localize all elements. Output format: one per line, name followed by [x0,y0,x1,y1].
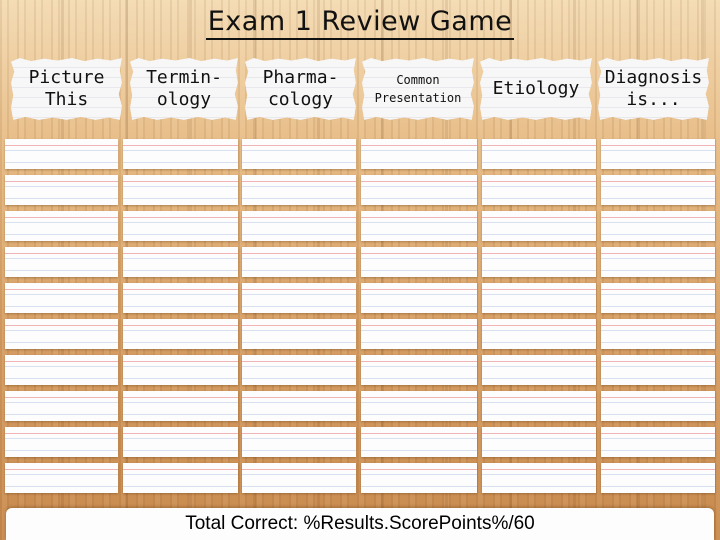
question-card-common-presentation[interactable] [361,355,477,385]
board-row [0,283,720,315]
question-card-pharmacology[interactable] [242,247,356,277]
question-card-picture-this[interactable] [5,355,118,385]
question-card-diagnosis-is[interactable] [601,247,715,277]
board-row [0,463,720,495]
question-card-diagnosis-is[interactable] [601,463,715,493]
category-picture-this: Picture This [11,58,122,120]
question-card-terminology[interactable] [123,283,238,313]
question-card-picture-this[interactable] [5,463,118,493]
question-card-terminology[interactable] [123,247,238,277]
question-card-picture-this[interactable] [5,391,118,421]
question-card-common-presentation[interactable] [361,319,477,349]
total-correct-text: Total Correct: %Results.ScorePoints%/60 [185,513,535,534]
board-row [0,427,720,459]
question-card-terminology[interactable] [123,211,238,241]
question-card-common-presentation[interactable] [361,427,477,457]
question-card-etiology[interactable] [482,355,596,385]
question-card-diagnosis-is[interactable] [601,319,715,349]
question-card-common-presentation[interactable] [361,247,477,277]
question-card-diagnosis-is[interactable] [601,283,715,313]
question-card-etiology[interactable] [482,247,596,277]
question-card-terminology[interactable] [123,427,238,457]
question-card-pharmacology[interactable] [242,211,356,241]
category-pharmacology: Pharma- cology [245,58,356,120]
question-card-etiology[interactable] [482,283,596,313]
question-card-pharmacology[interactable] [242,463,356,493]
question-card-diagnosis-is[interactable] [601,355,715,385]
category-header-row: Picture This Termin- ology Pharma- colog… [0,58,720,124]
board-row [0,211,720,243]
category-terminology: Termin- ology [130,58,238,120]
board-row [0,175,720,207]
question-card-pharmacology[interactable] [242,319,356,349]
question-card-terminology[interactable] [123,355,238,385]
question-card-picture-this[interactable] [5,247,118,277]
question-card-common-presentation[interactable] [361,175,477,205]
question-card-picture-this[interactable] [5,211,118,241]
question-card-picture-this[interactable] [5,319,118,349]
question-card-etiology[interactable] [482,463,596,493]
board-row [0,319,720,351]
board-row [0,139,720,171]
question-card-terminology[interactable] [123,463,238,493]
question-card-common-presentation[interactable] [361,463,477,493]
question-card-etiology[interactable] [482,427,596,457]
question-card-common-presentation[interactable] [361,283,477,313]
question-card-pharmacology[interactable] [242,139,356,169]
question-card-etiology[interactable] [482,391,596,421]
question-card-etiology[interactable] [482,211,596,241]
question-card-terminology[interactable] [123,175,238,205]
question-card-etiology[interactable] [482,319,596,349]
question-card-diagnosis-is[interactable] [601,175,715,205]
question-card-pharmacology[interactable] [242,391,356,421]
question-card-diagnosis-is[interactable] [601,139,715,169]
question-card-terminology[interactable] [123,139,238,169]
question-card-diagnosis-is[interactable] [601,211,715,241]
question-card-picture-this[interactable] [5,139,118,169]
question-card-etiology[interactable] [482,175,596,205]
category-common-presentation: Common Presentation [362,58,474,120]
game-title-text: Exam 1 Review Game [205,6,515,40]
question-card-pharmacology[interactable] [242,175,356,205]
board-row [0,247,720,279]
question-card-common-presentation[interactable] [361,139,477,169]
question-card-picture-this[interactable] [5,283,118,313]
score-footer: Total Correct: %Results.ScorePoints%/60 [6,508,714,540]
question-card-common-presentation[interactable] [361,211,477,241]
question-card-diagnosis-is[interactable] [601,391,715,421]
question-card-pharmacology[interactable] [242,283,356,313]
category-etiology: Etiology [480,58,592,120]
category-diagnosis-is: Diagnosis is... [598,58,709,120]
question-card-terminology[interactable] [123,391,238,421]
question-card-terminology[interactable] [123,319,238,349]
question-card-picture-this[interactable] [5,175,118,205]
question-card-pharmacology[interactable] [242,427,356,457]
question-card-picture-this[interactable] [5,427,118,457]
question-card-common-presentation[interactable] [361,391,477,421]
board-row [0,391,720,423]
game-title: Exam 1 Review Game [0,6,720,40]
question-card-etiology[interactable] [482,139,596,169]
board-row [0,355,720,387]
question-card-diagnosis-is[interactable] [601,427,715,457]
question-card-pharmacology[interactable] [242,355,356,385]
